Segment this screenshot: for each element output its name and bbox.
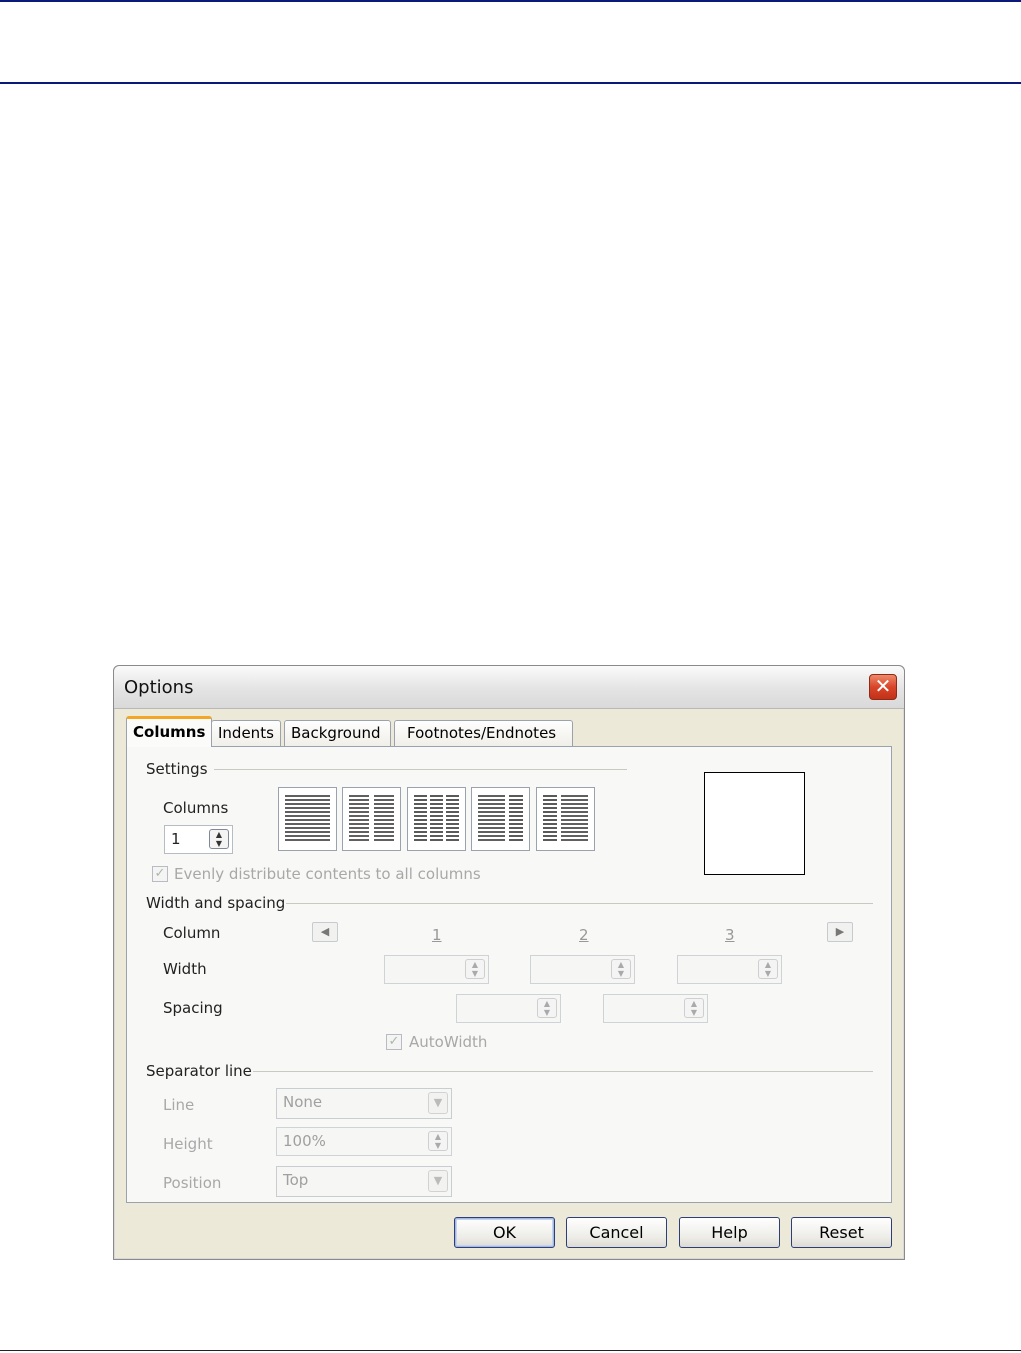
width-spacing-divider <box>286 903 873 904</box>
width-3-spinbox[interactable]: ▲ ▼ <box>677 955 782 984</box>
spacing-label: Spacing <box>163 999 223 1017</box>
chevron-down-icon[interactable]: ▼ <box>428 1092 448 1114</box>
columns-label: Columns <box>163 799 229 817</box>
layout-two-columns-button[interactable] <box>342 787 401 851</box>
column-right-arrow-icon[interactable]: ▶ <box>827 922 853 942</box>
spin-arrows-icon[interactable]: ▲ ▼ <box>758 959 778 979</box>
width-2-spinbox[interactable]: ▲ ▼ <box>530 955 635 984</box>
three-columns-layout-icon <box>414 795 459 841</box>
height-label: Height <box>163 1135 213 1153</box>
page-preview <box>704 772 805 875</box>
column-number-2: 2 <box>579 926 589 944</box>
layout-one-column-button[interactable] <box>278 787 337 851</box>
column-number-3: 3 <box>725 926 735 944</box>
right-wide-layout-icon <box>543 795 588 841</box>
width-spacing-section-label: Width and spacing <box>146 894 286 912</box>
tab-columns[interactable]: Columns <box>126 716 213 747</box>
height-spinbox[interactable]: 100% ▲ ▼ <box>276 1127 452 1156</box>
spin-arrows-icon[interactable]: ▲ ▼ <box>465 959 485 979</box>
layout-two-columns-left-wide-button[interactable] <box>471 787 530 851</box>
separator-section-label: Separator line <box>146 1062 252 1080</box>
evenly-distribute-checkbox[interactable]: ✓ <box>152 866 168 882</box>
autowidth-checkbox[interactable]: ✓ <box>386 1034 402 1050</box>
columns-spinbox[interactable]: 1 ▲ ▼ <box>164 825 233 854</box>
settings-divider <box>214 769 627 770</box>
help-button[interactable]: Help <box>679 1217 780 1248</box>
spin-arrows-icon[interactable]: ▲ ▼ <box>611 959 631 979</box>
settings-section-label: Settings <box>146 760 208 778</box>
left-wide-layout-icon <box>478 795 523 841</box>
column-label: Column <box>163 924 221 942</box>
separator-divider <box>253 1071 873 1072</box>
column-left-arrow-icon[interactable]: ◀ <box>312 922 338 942</box>
title-bar[interactable]: Options ✕ <box>114 666 904 709</box>
evenly-distribute-label: Evenly distribute contents to all column… <box>174 865 481 883</box>
tab-background[interactable]: Background <box>284 720 391 746</box>
spin-arrows-icon[interactable]: ▲ ▼ <box>537 998 557 1018</box>
position-select[interactable]: Top ▼ <box>276 1166 452 1197</box>
one-column-layout-icon <box>285 795 330 841</box>
width-label: Width <box>163 960 207 978</box>
height-value: 100% <box>283 1132 326 1150</box>
line-select-value: None <box>283 1093 323 1111</box>
tab-indents[interactable]: Indents <box>211 720 281 746</box>
position-select-value: Top <box>283 1171 309 1189</box>
width-1-spinbox[interactable]: ▲ ▼ <box>384 955 489 984</box>
chevron-down-icon[interactable]: ▼ <box>428 1170 448 1192</box>
position-label: Position <box>163 1174 222 1192</box>
column-number-1: 1 <box>432 926 442 944</box>
close-icon[interactable]: ✕ <box>869 674 897 700</box>
spacing-1-spinbox[interactable]: ▲ ▼ <box>456 994 561 1023</box>
layout-three-columns-button[interactable] <box>407 787 466 851</box>
spin-arrows-icon[interactable]: ▲ ▼ <box>684 998 704 1018</box>
two-columns-layout-icon <box>349 795 394 841</box>
footer-rule <box>0 1350 1021 1351</box>
autowidth-label: AutoWidth <box>409 1033 488 1051</box>
reset-button[interactable]: Reset <box>791 1217 892 1248</box>
columns-value: 1 <box>171 830 181 848</box>
spin-arrows-icon[interactable]: ▲ ▼ <box>428 1131 448 1151</box>
header-rule-top <box>0 0 1021 2</box>
spin-arrows-icon[interactable]: ▲ ▼ <box>209 829 229 849</box>
layout-two-columns-right-wide-button[interactable] <box>536 787 595 851</box>
header-rule-bottom <box>0 82 1021 84</box>
ok-button[interactable]: OK <box>454 1217 555 1248</box>
line-select[interactable]: None ▼ <box>276 1088 452 1119</box>
cancel-button[interactable]: Cancel <box>566 1217 667 1248</box>
spacing-2-spinbox[interactable]: ▲ ▼ <box>603 994 708 1023</box>
options-dialog: Options ✕ Columns Indents Background Foo… <box>113 665 905 1260</box>
dialog-title: Options <box>124 677 194 698</box>
tab-footnotes-endnotes[interactable]: Footnotes/Endnotes <box>394 720 573 746</box>
line-label: Line <box>163 1096 195 1114</box>
